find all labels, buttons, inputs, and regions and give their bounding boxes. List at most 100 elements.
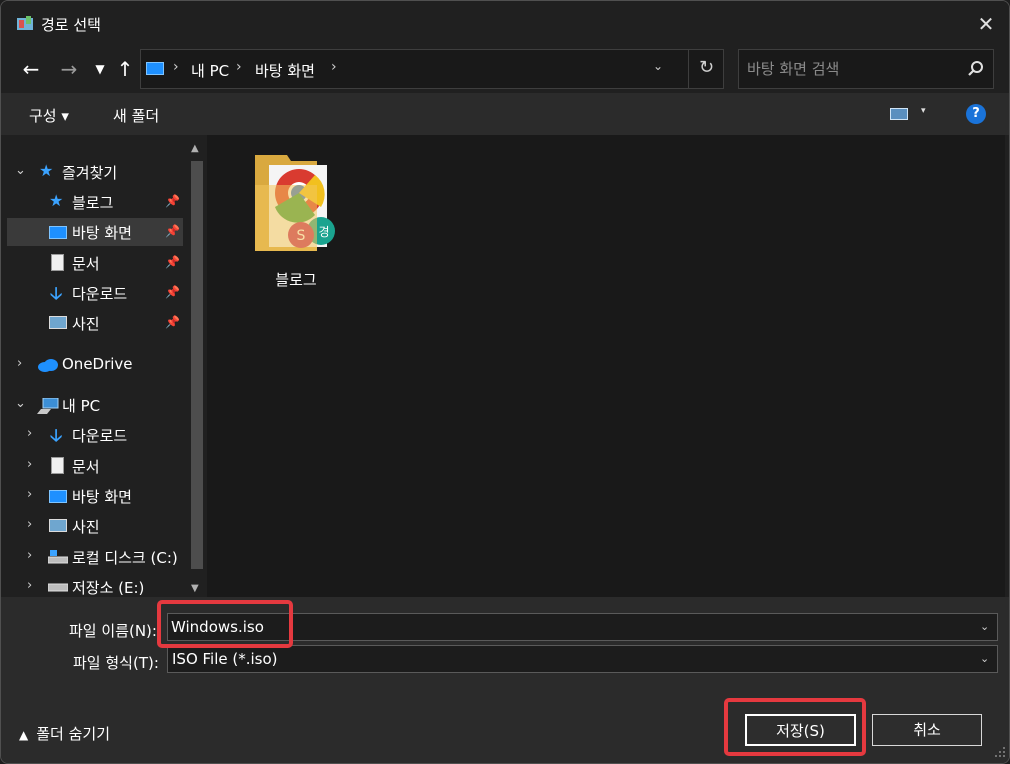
- search-box[interactable]: [738, 49, 994, 89]
- chevron-right-icon[interactable]: ›: [27, 457, 32, 472]
- close-icon[interactable]: ✕: [973, 11, 999, 37]
- search-input[interactable]: [747, 58, 957, 80]
- sidebar-item-label: 블로그: [72, 194, 114, 212]
- search-icon[interactable]: [967, 60, 985, 78]
- document-icon: [51, 254, 64, 271]
- sidebar-item-label: 다운로드: [72, 285, 128, 303]
- help-icon[interactable]: ?: [966, 104, 986, 124]
- pin-icon[interactable]: 📌: [165, 255, 180, 269]
- pin-icon[interactable]: 📌: [165, 194, 180, 208]
- sidebar-item-desktop[interactable]: 바탕 화면 📌: [7, 218, 183, 246]
- sidebar-item-pictures[interactable]: 사진 📌: [7, 309, 183, 337]
- cancel-button[interactable]: 취소: [872, 714, 982, 746]
- breadcrumb-separator[interactable]: ›: [236, 59, 242, 75]
- sidebar-item-pc-desktop[interactable]: › 바탕 화면: [7, 482, 183, 510]
- sidebar-item-this-pc[interactable]: ⌄ 내 PC: [7, 391, 183, 419]
- sidebar-item-label: 사진: [72, 315, 100, 333]
- chevron-right-icon[interactable]: ›: [27, 548, 32, 563]
- sidebar-item-blog[interactable]: ★ 블로그 📌: [7, 188, 183, 216]
- hide-folders-toggle[interactable]: ▲ 폴더 숨기기: [19, 723, 110, 744]
- sidebar-item-pc-documents[interactable]: › 문서: [7, 452, 183, 480]
- sidebar-item-onedrive[interactable]: › OneDrive: [7, 351, 183, 379]
- folder-badge-gyeong: 경: [318, 225, 329, 239]
- drive-icon: [48, 583, 68, 592]
- sidebar-item-storage-e[interactable]: › 저장소 (E:): [7, 573, 183, 597]
- sidebar-item-label: 문서: [72, 458, 100, 476]
- folder-item-blog[interactable]: S 경 블로그: [241, 151, 351, 301]
- sidebar-item-favorites[interactable]: ⌄ ★ 즐겨찾기: [7, 158, 183, 186]
- sidebar-item-label: 바탕 화면: [72, 224, 132, 242]
- chevron-down-icon[interactable]: ⌄: [980, 620, 989, 633]
- sidebar-item-pc-pictures[interactable]: › 사진: [7, 512, 183, 540]
- view-options-icon[interactable]: [890, 108, 908, 120]
- navigation-scrollbar[interactable]: ▲ ▼: [189, 139, 205, 597]
- filename-label: 파일 이름(N):: [69, 622, 157, 640]
- title-bar: 경로 선택 ✕: [1, 1, 1009, 47]
- hide-folders-label: 폴더 숨기기: [36, 725, 111, 743]
- filetype-select[interactable]: ISO File (*.iso) ⌄: [167, 645, 998, 673]
- view-dropdown-icon[interactable]: ▾: [921, 106, 926, 116]
- scrollbar-thumb[interactable]: [191, 161, 203, 569]
- sidebar-item-pc-downloads[interactable]: › 🡣 다운로드: [7, 421, 183, 449]
- desktop-icon: [49, 226, 67, 239]
- window-title: 경로 선택: [41, 16, 101, 34]
- breadcrumb-desktop[interactable]: 바탕 화면: [255, 60, 315, 81]
- chevron-right-icon[interactable]: ›: [27, 426, 32, 441]
- chevron-right-icon[interactable]: ›: [27, 517, 32, 532]
- chevron-down-icon[interactable]: ⌄: [15, 396, 26, 411]
- address-dropdown-icon[interactable]: ⌄: [653, 59, 663, 73]
- folder-label: 블로그: [275, 271, 317, 289]
- pin-icon[interactable]: 📌: [165, 315, 180, 329]
- sidebar-item-label: 로컬 디스크 (C:): [72, 549, 178, 567]
- drive-icon: [48, 550, 68, 564]
- breadcrumb-separator[interactable]: ›: [331, 59, 337, 75]
- refresh-icon[interactable]: ↻: [688, 49, 724, 89]
- scroll-up-icon[interactable]: ▲: [191, 143, 199, 154]
- folder-icon: S 경: [255, 155, 335, 251]
- pin-icon[interactable]: 📌: [165, 224, 180, 238]
- sidebar-item-label: 즐겨찾기: [62, 164, 118, 182]
- sidebar-item-documents[interactable]: 문서 📌: [7, 249, 183, 277]
- organize-menu-button[interactable]: 구성 ▾: [29, 105, 69, 126]
- sidebar-item-label: 내 PC: [62, 397, 101, 415]
- recent-locations-chevron-icon[interactable]: ▼: [87, 55, 113, 83]
- scroll-down-icon[interactable]: ▼: [191, 583, 199, 594]
- navigation-pane: ⌄ ★ 즐겨찾기 ★ 블로그 📌 바탕 화면 📌 문서 📌 🡣 다운로드 📌 사…: [7, 135, 205, 597]
- computer-icon: [37, 398, 59, 414]
- breadcrumb-separator[interactable]: ›: [173, 59, 179, 75]
- back-arrow-icon[interactable]: ←: [18, 55, 44, 83]
- pictures-icon: [49, 519, 67, 532]
- file-list-area[interactable]: S 경 블로그: [207, 135, 1005, 597]
- app-icon: [17, 16, 33, 30]
- forward-arrow-icon[interactable]: →: [56, 55, 82, 83]
- filetype-value: ISO File (*.iso): [172, 650, 278, 668]
- sidebar-item-label: 다운로드: [72, 427, 128, 445]
- chevron-down-icon[interactable]: ⌄: [980, 652, 989, 665]
- chevron-right-icon[interactable]: ›: [17, 356, 22, 371]
- star-icon: ★: [39, 161, 54, 180]
- up-arrow-icon[interactable]: ↑: [112, 55, 138, 83]
- download-icon: 🡣: [50, 284, 63, 304]
- sidebar-item-label: 문서: [72, 255, 100, 273]
- filetype-label: 파일 형식(T):: [73, 654, 159, 672]
- sidebar-item-local-disk-c[interactable]: › 로컬 디스크 (C:): [7, 543, 183, 571]
- document-icon: [51, 457, 64, 474]
- new-folder-button[interactable]: 새 폴더: [113, 105, 159, 126]
- chevron-right-icon[interactable]: ›: [27, 578, 32, 593]
- download-icon: 🡣: [50, 426, 63, 446]
- sidebar-item-label: OneDrive: [62, 355, 133, 373]
- chevron-right-icon[interactable]: ›: [27, 487, 32, 502]
- sidebar-item-label: 사진: [72, 518, 100, 536]
- chevron-down-icon[interactable]: ⌄: [15, 163, 26, 178]
- navigation-bar: ← → ▼ ↑ › 내 PC › 바탕 화면 › ⌄ ↻: [1, 47, 1009, 93]
- sidebar-item-downloads[interactable]: 🡣 다운로드 📌: [7, 279, 183, 307]
- pin-icon[interactable]: 📌: [165, 285, 180, 299]
- sidebar-item-label: 저장소 (E:): [72, 579, 145, 597]
- address-bar[interactable]: › 내 PC › 바탕 화면 › ⌄: [140, 49, 724, 89]
- breadcrumb-this-pc[interactable]: 내 PC: [191, 60, 229, 81]
- pictures-icon: [49, 316, 67, 329]
- star-icon: ★: [49, 191, 64, 210]
- save-dialog: 경로 선택 ✕ ← → ▼ ↑ › 내 PC › 바탕 화면 › ⌄ ↻ 구성 …: [0, 0, 1010, 764]
- resize-grip-icon[interactable]: [994, 746, 1006, 758]
- desktop-icon: [49, 490, 67, 503]
